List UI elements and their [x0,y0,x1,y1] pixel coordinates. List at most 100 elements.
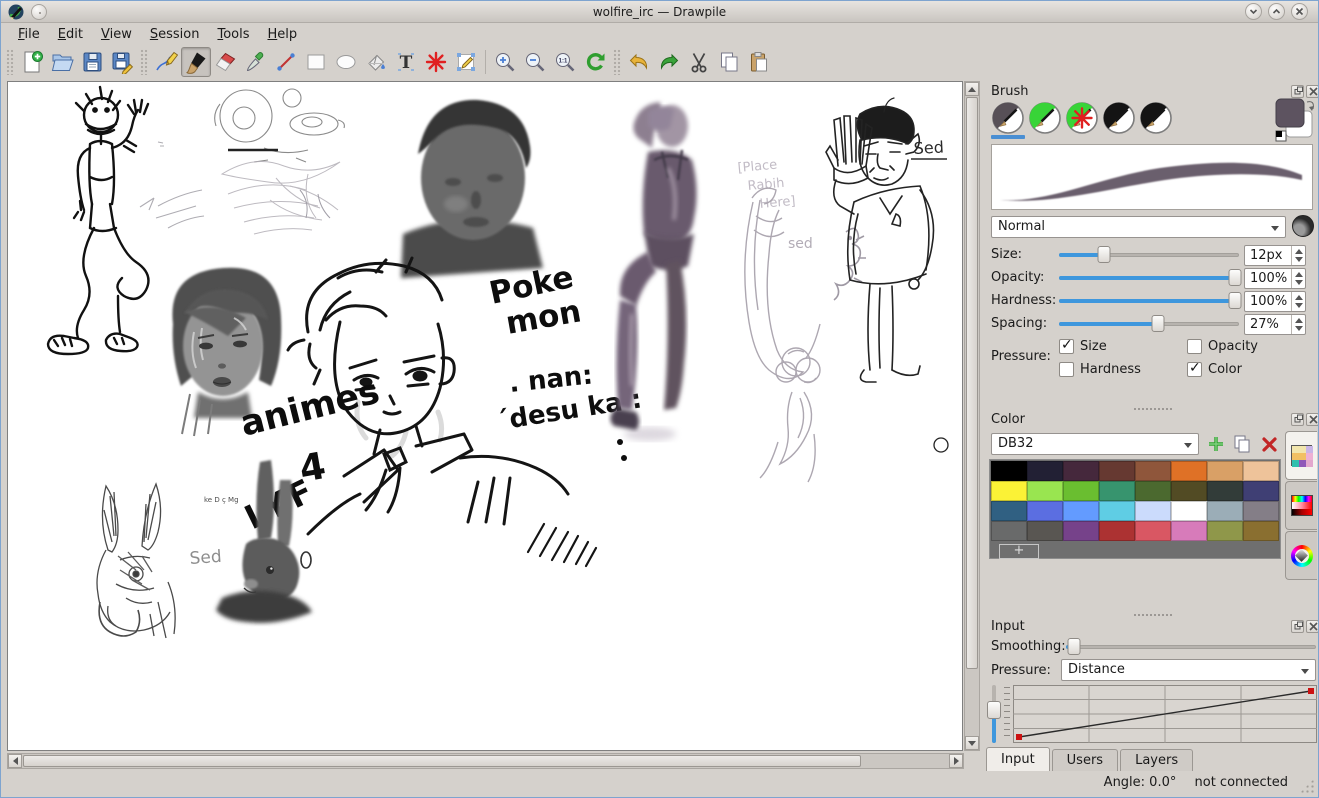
resize-grip[interactable] [1300,779,1314,793]
palette-swatch[interactable] [1243,501,1279,521]
palette-swatch[interactable] [1135,501,1171,521]
palette-swatch[interactable] [1027,501,1063,521]
toolbar-handle[interactable] [613,49,621,75]
add-color-button[interactable]: + [999,544,1039,559]
toolbar-annotation-button[interactable] [451,47,481,77]
palette-swatch[interactable] [1207,521,1243,541]
vertical-scroll-thumb[interactable] [966,97,978,669]
brush-slot-4[interactable] [1102,101,1136,139]
toolbar-rectangle-button[interactable] [301,47,331,77]
palette-swatch[interactable] [1099,521,1135,541]
slider-handle[interactable] [987,701,1001,719]
duplicate-palette-button[interactable] [1230,432,1254,456]
toolbar-flood-fill-button[interactable] [361,47,391,77]
scroll-up-button[interactable] [965,82,979,96]
palette-swatch[interactable] [1171,481,1207,501]
drawing-canvas[interactable]: Poke mon . nan: ´desu ka : animes 4 LYF [7,81,963,751]
toolbar-save-as-button[interactable] [107,47,137,77]
scroll-down-button[interactable] [965,736,979,750]
spin-down-icon[interactable] [1295,257,1303,262]
input-panel-float-button[interactable] [1291,620,1304,633]
toolbar-open-button[interactable] [47,47,77,77]
toolbar-new-button[interactable] [17,47,47,77]
palette-swatch[interactable] [1099,481,1135,501]
slider-handle[interactable] [1098,246,1111,263]
pressure-checkbox-opacity[interactable]: Opacity [1187,339,1258,354]
checkbox-icon[interactable] [1187,362,1202,377]
curve-point-start[interactable] [1016,734,1022,740]
palette-swatch[interactable] [1135,521,1171,541]
scroll-left-button[interactable] [8,754,22,768]
slider-handle[interactable] [1229,269,1242,286]
spin-up-icon[interactable] [1295,295,1303,300]
toolbar-save-button[interactable] [77,47,107,77]
palette-swatch[interactable] [1063,501,1099,521]
palette-swatch[interactable] [991,521,1027,541]
opacity-slider[interactable] [1059,268,1239,286]
palette-swatch[interactable] [1243,481,1279,501]
palette-select[interactable]: DB32 [991,433,1199,455]
menu-item-edit[interactable]: Edit [49,25,92,44]
color-panel-float-button[interactable] [1291,413,1304,426]
spin-down-icon[interactable] [1295,280,1303,285]
palette-swatch[interactable] [991,481,1027,501]
add-palette-button[interactable] [1204,432,1228,456]
scroll-right-button[interactable] [949,754,963,768]
palette-swatch[interactable] [1207,481,1243,501]
toolbar-undo-button[interactable] [624,47,654,77]
pressure-mode-select[interactable]: Distance [1061,659,1316,681]
dock-tab-input[interactable]: Input [986,747,1050,771]
palette-swatch[interactable] [1135,461,1171,481]
palette-swatch[interactable] [1243,521,1279,541]
palette-swatch[interactable] [1027,481,1063,501]
foreground-background-swatch[interactable] [1273,96,1317,143]
toolbar-color-picker-button[interactable] [241,47,271,77]
checkbox-icon[interactable] [1187,339,1202,354]
vertical-scrollbar[interactable] [964,81,980,751]
palette-swatch[interactable] [1099,501,1135,521]
dock-tab-layers[interactable]: Layers [1120,749,1193,771]
checkbox-icon[interactable] [1059,362,1074,377]
spin-up-icon[interactable] [1295,318,1303,323]
brush-slot-1[interactable] [991,101,1025,139]
horizontal-scrollbar[interactable] [7,753,964,769]
close-button[interactable] [1291,3,1308,20]
toolbar-brush-button[interactable] [181,47,211,77]
checkbox-icon[interactable] [1059,339,1074,354]
menu-item-file[interactable]: File [9,25,49,44]
toolbar-laser-pointer-button[interactable] [421,47,451,77]
palette-swatch[interactable] [1171,521,1207,541]
curve-point-end[interactable] [1308,688,1314,694]
toolbar-line-button[interactable] [271,47,301,77]
minimize-button[interactable] [1245,3,1262,20]
spin-up-icon[interactable] [1295,272,1303,277]
brush-slot-5[interactable] [1139,101,1173,139]
spacing-slider[interactable] [1059,314,1239,332]
spin-up-icon[interactable] [1295,249,1303,254]
size-slider[interactable] [1059,245,1239,263]
palette-swatch[interactable] [1063,461,1099,481]
toolbar-cut-button[interactable] [684,47,714,77]
palette-swatch[interactable] [1135,481,1171,501]
spin-down-icon[interactable] [1295,303,1303,308]
palette-swatch[interactable] [1207,461,1243,481]
toolbar-text-button[interactable] [391,47,421,77]
input-panel-close-button[interactable] [1306,620,1319,633]
toolbar-ellipse-button[interactable] [331,47,361,77]
toolbar-rotate-reset-button[interactable] [580,47,610,77]
maximize-button[interactable] [1268,3,1285,20]
palette-swatch[interactable] [1063,481,1099,501]
size-spinbox[interactable]: 12px [1244,245,1306,266]
palette-swatch[interactable] [991,461,1027,481]
spin-down-icon[interactable] [1295,326,1303,331]
color-panel-close-button[interactable] [1306,413,1319,426]
toolbar-zoom-out-button[interactable] [520,47,550,77]
slider-handle[interactable] [1229,292,1242,309]
palette-swatch[interactable] [1207,501,1243,521]
pressure-checkbox-color[interactable]: Color [1187,362,1242,377]
spacing-spinbox[interactable]: 27% [1244,314,1306,335]
blend-indicator-button[interactable] [1292,215,1314,237]
palette-swatch[interactable] [1027,461,1063,481]
menu-item-tools[interactable]: Tools [208,25,258,44]
toolbar-handle[interactable] [6,49,14,75]
